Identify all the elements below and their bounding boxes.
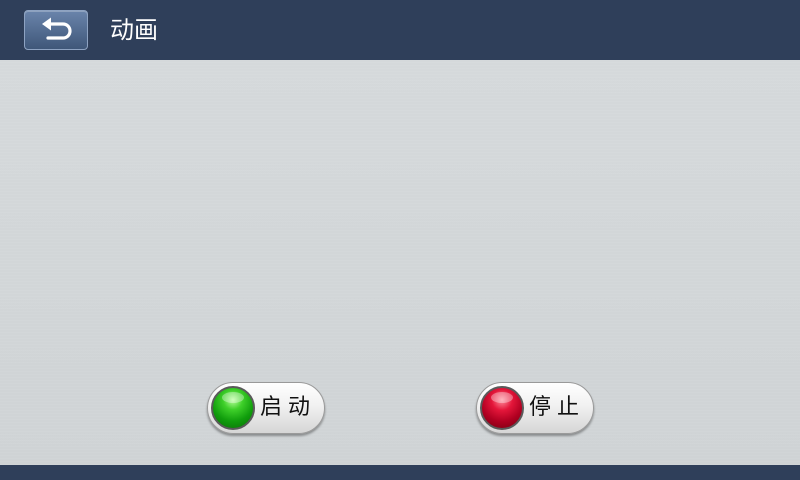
red-lamp-icon — [480, 386, 524, 430]
green-lamp-icon — [211, 386, 255, 430]
start-label: 启动 — [260, 395, 317, 420]
stop-button[interactable]: 停止 — [476, 382, 594, 434]
screen: 动画 启动 停止 — [0, 0, 800, 480]
start-button[interactable]: 启动 — [207, 382, 325, 434]
title-bar: 动画 — [0, 0, 800, 60]
back-button[interactable] — [24, 10, 88, 50]
content-area — [0, 60, 800, 465]
stop-label: 停止 — [529, 395, 586, 420]
bottom-bar — [0, 465, 800, 480]
page-title: 动画 — [110, 16, 158, 44]
back-arrow-icon — [42, 17, 72, 40]
